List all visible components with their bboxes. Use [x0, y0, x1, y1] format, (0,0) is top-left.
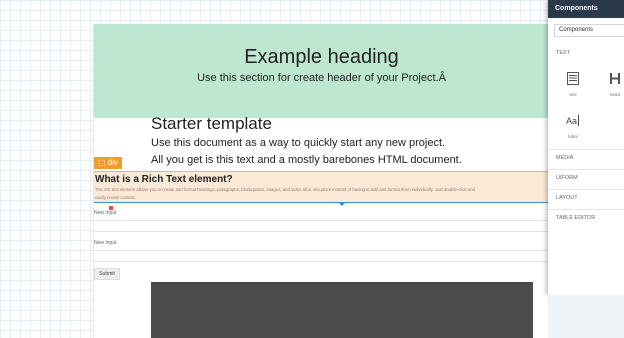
submit-button[interactable]: Submit	[94, 268, 120, 280]
starter-title[interactable]: Starter template	[151, 114, 541, 134]
svg-text:Aa: Aa	[566, 116, 577, 126]
dark-section-block[interactable]	[151, 282, 533, 338]
component-icon: ⬚	[98, 158, 108, 167]
section-media[interactable]: MEDIA	[548, 149, 624, 166]
drop-indicator-icon	[338, 202, 346, 206]
rich-text-body-line-2[interactable]: easily create content.	[94, 195, 549, 201]
selected-element-badge[interactable]: ⬚ div	[94, 157, 123, 169]
components-panel: Components Components TEXT text head Aa …	[548, 0, 624, 295]
hero-section[interactable]: Example heading Use this section for cre…	[94, 24, 549, 118]
input-1-label: New Input	[94, 210, 117, 216]
badge-label: div	[107, 158, 119, 167]
component-text-label: text	[569, 92, 577, 97]
heading-icon	[610, 73, 620, 84]
hero-heading[interactable]: Example heading	[94, 46, 549, 69]
component-label-label: label	[568, 134, 578, 139]
component-heading-label: head	[609, 92, 620, 97]
hero-subtext[interactable]: Use this section for create header of yo…	[94, 72, 549, 84]
component-label[interactable]: Aa label	[558, 114, 588, 139]
panel-footer-area	[548, 295, 624, 338]
component-heading[interactable]: head	[600, 72, 624, 97]
component-text[interactable]: text	[558, 72, 588, 97]
section-table-editor[interactable]: TABLE EDITOR	[548, 209, 624, 226]
section-layout[interactable]: LAYOUT	[548, 189, 624, 206]
components-search-input[interactable]: Components	[554, 24, 624, 37]
input-2-label: New Input	[94, 240, 117, 246]
components-panel-title: Components	[548, 0, 624, 18]
starter-line-2[interactable]: All you get is this text and a mostly ba…	[151, 153, 541, 168]
rich-text-block[interactable]: What is a Rich Text element? The rich te…	[94, 171, 549, 203]
input-1-field[interactable]	[94, 220, 549, 232]
starter-line-1[interactable]: Use this document as a way to quickly st…	[151, 136, 541, 151]
rich-text-body-line-1[interactable]: The rich text element allows you to crea…	[94, 187, 549, 193]
rich-text-title[interactable]: What is a Rich Text element?	[94, 172, 549, 185]
editor-canvas[interactable]: Example heading Use this section for cre…	[93, 24, 549, 338]
section-uiform[interactable]: UIFORM	[548, 169, 624, 186]
text-block-icon	[567, 72, 579, 85]
input-2-field[interactable]	[94, 250, 549, 262]
section-text[interactable]: TEXT	[548, 45, 624, 61]
label-aa-icon: Aa	[566, 115, 579, 126]
starter-section[interactable]: Starter template Use this document as a …	[151, 114, 541, 168]
